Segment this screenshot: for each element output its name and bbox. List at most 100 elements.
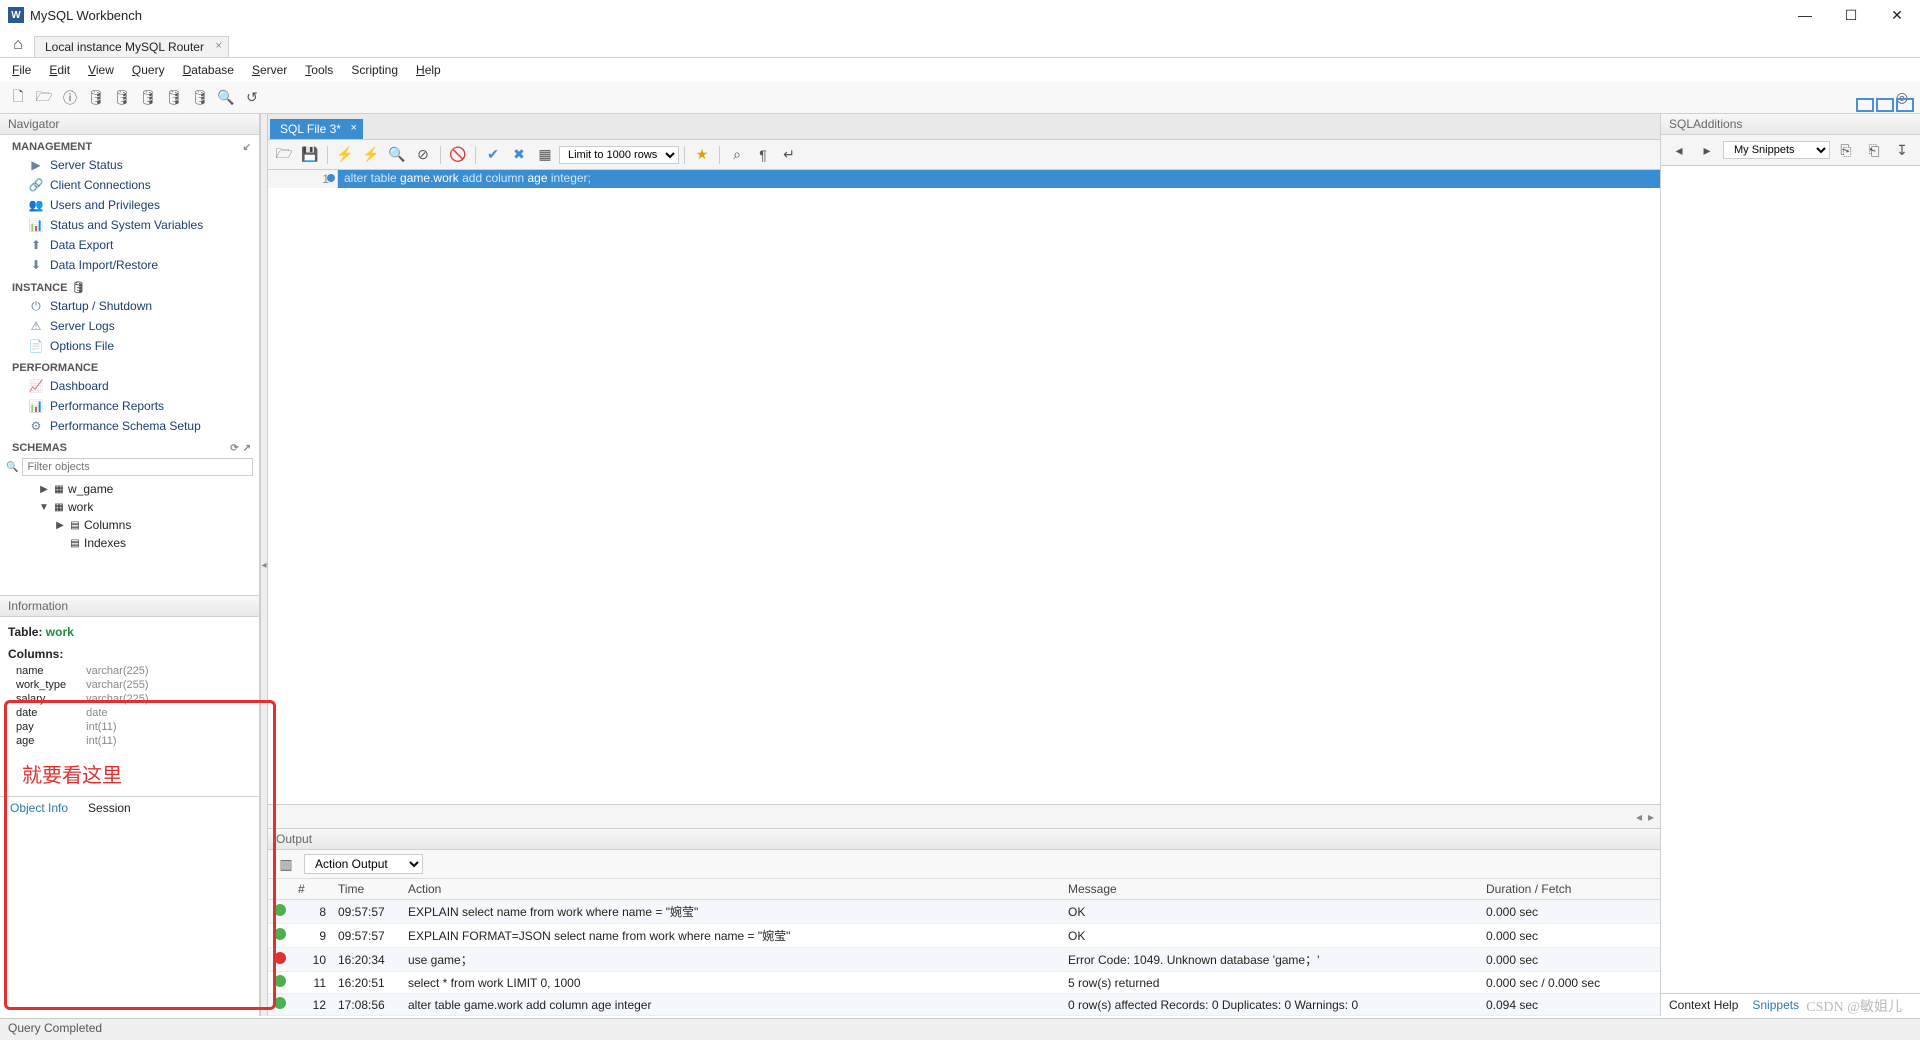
code-line[interactable]: alter table game.work add column age int…	[338, 170, 1660, 188]
tree-arrow-icon[interactable]: ▶	[54, 520, 66, 531]
open-file-icon[interactable]: 🗁	[272, 143, 296, 167]
new-sql-tab-icon[interactable]: 🗋	[6, 86, 30, 110]
nav-item[interactable]: ⬆Data Export	[0, 235, 259, 255]
next-page-icon[interactable]: ▸	[1648, 810, 1654, 824]
breakpoint-icon[interactable]	[327, 174, 335, 182]
filter-objects-input[interactable]	[22, 458, 253, 476]
db-table-icon[interactable]: 🛢	[110, 86, 134, 110]
snip-add-icon[interactable]: ⎘	[1834, 138, 1858, 162]
db-new-icon[interactable]: 🛢	[84, 86, 108, 110]
find-icon[interactable]: ⌕	[725, 143, 749, 167]
context-help-tab[interactable]: Context Help	[1669, 998, 1738, 1012]
inspector-icon[interactable]: ⓘ	[58, 86, 82, 110]
tree-arrow-icon[interactable]: ▶	[38, 484, 50, 495]
toggle-autocommit-icon[interactable]: 🚫	[446, 143, 470, 167]
output-row[interactable]: 909:57:57EXPLAIN FORMAT=JSON select name…	[268, 924, 1660, 948]
tree-arrow-icon[interactable]: ▼	[38, 502, 50, 513]
output-row[interactable]: 809:57:57EXPLAIN select name from work w…	[268, 900, 1660, 924]
stop-icon[interactable]: ⊘	[411, 143, 435, 167]
output-type-select[interactable]: Action Output	[304, 854, 423, 874]
object-info-tab[interactable]: Object Info	[0, 797, 78, 819]
tree-node-icon: ▤	[68, 518, 82, 532]
collapse-left-handle[interactable]: ◂	[260, 114, 268, 1016]
invisible-chars-icon[interactable]: ¶	[751, 143, 775, 167]
session-tab[interactable]: Session	[78, 797, 141, 819]
close-button[interactable]: ✕	[1874, 0, 1920, 30]
snip-insert-icon[interactable]: ↧	[1890, 138, 1914, 162]
tree-row[interactable]: ▶▤Columns	[0, 516, 259, 534]
menu-server[interactable]: Server	[246, 61, 293, 79]
toggle-bottom-panel-icon[interactable]	[1876, 98, 1894, 112]
nav-item[interactable]: ▶Server Status	[0, 155, 259, 175]
nav-item[interactable]: 👥Users and Privileges	[0, 195, 259, 215]
snip-replace-icon[interactable]: ⎗	[1862, 138, 1886, 162]
home-tab-icon[interactable]: ⌂	[4, 33, 32, 57]
editor-pager: ◂ ▸	[268, 804, 1660, 828]
nav-item[interactable]: ⚙Performance Schema Setup	[0, 416, 259, 436]
db-revert-icon[interactable]: ↺	[240, 86, 264, 110]
menu-view[interactable]: View	[82, 61, 120, 79]
nav-back-icon[interactable]: ◂	[1667, 138, 1691, 162]
menu-edit[interactable]: Edit	[43, 61, 76, 79]
menu-scripting[interactable]: Scripting	[345, 61, 404, 79]
nav-item[interactable]: 📈Dashboard	[0, 376, 259, 396]
sql-file-tab[interactable]: SQL File 3* ×	[270, 119, 363, 139]
nav-icon: 📄	[28, 338, 44, 354]
db-proc-icon[interactable]: 🛢	[162, 86, 186, 110]
db-view-icon[interactable]: 🛢	[136, 86, 160, 110]
table-label: Table:	[8, 625, 42, 639]
nav-item[interactable]: 📊Status and System Variables	[0, 215, 259, 235]
output-layout-icon[interactable]: ▥	[274, 852, 298, 876]
rollback-icon[interactable]: ✖	[507, 143, 531, 167]
db-func-icon[interactable]: 🛢	[188, 86, 212, 110]
explain-icon[interactable]: 🔍	[385, 143, 409, 167]
nav-fwd-icon[interactable]: ▸	[1695, 138, 1719, 162]
sql-editor[interactable]: 1 alter table game.work add column age i…	[268, 170, 1660, 188]
tree-row[interactable]: ▶▦w_game	[0, 480, 259, 498]
prev-page-icon[interactable]: ◂	[1636, 810, 1642, 824]
col-n: #	[292, 879, 332, 900]
wrap-icon[interactable]: ↵	[777, 143, 801, 167]
output-row[interactable]: 1217:08:56alter table game.work add colu…	[268, 994, 1660, 1016]
tree-row[interactable]: ▤Indexes	[0, 534, 259, 552]
collapse-icon[interactable]: ↙	[243, 142, 251, 153]
commit-icon[interactable]: ✔	[481, 143, 505, 167]
toggle-left-panel-icon[interactable]	[1856, 98, 1874, 112]
schema-tree[interactable]: ▶▦w_game▼▦work▶▤Columns▤Indexes	[0, 478, 259, 554]
menu-file[interactable]: File	[6, 61, 37, 79]
close-sql-tab-icon[interactable]: ×	[350, 122, 356, 134]
output-row[interactable]: 1016:20:34use game；Error Code: 1049. Unk…	[268, 948, 1660, 972]
close-tab-icon[interactable]: ×	[216, 40, 222, 52]
snippets-select[interactable]: My Snippets	[1723, 141, 1830, 159]
nav-item[interactable]: ⏻Startup / Shutdown	[0, 296, 259, 316]
refresh-icon[interactable]: ⟳	[230, 443, 238, 454]
nav-item[interactable]: 🔗Client Connections	[0, 175, 259, 195]
maximize-button[interactable]: ☐	[1828, 0, 1874, 30]
nav-item[interactable]: ⬇Data Import/Restore	[0, 255, 259, 275]
snippets-area	[1661, 166, 1920, 993]
open-sql-icon[interactable]: 🗁	[32, 86, 56, 110]
menu-database[interactable]: Database	[177, 61, 240, 79]
db-search-icon[interactable]: 🔍	[214, 86, 238, 110]
minimize-button[interactable]: —	[1782, 0, 1828, 30]
menu-query[interactable]: Query	[126, 61, 171, 79]
nav-item[interactable]: 📄Options File	[0, 336, 259, 356]
tree-row[interactable]: ▼▦work	[0, 498, 259, 516]
execute-icon[interactable]: ⚡	[333, 143, 357, 167]
execute-current-icon[interactable]: ⚡	[359, 143, 383, 167]
editor-empty-area[interactable]	[268, 188, 1660, 804]
snippets-tab[interactable]: Snippets	[1752, 998, 1799, 1012]
save-file-icon[interactable]: 💾	[298, 143, 322, 167]
toggle-right-panel-icon[interactable]	[1896, 98, 1914, 112]
connection-tab[interactable]: Local instance MySQL Router ×	[34, 36, 229, 57]
nav-item[interactable]: ⚠Server Logs	[0, 316, 259, 336]
limit-rows-select[interactable]: Limit to 1000 rows	[559, 146, 679, 164]
menu-help[interactable]: Help	[410, 61, 447, 79]
expand-icon[interactable]: ↗	[243, 443, 251, 454]
nav-item[interactable]: 📊Performance Reports	[0, 396, 259, 416]
output-row[interactable]: 1116:20:51select * from work LIMIT 0, 10…	[268, 972, 1660, 994]
beautify-icon[interactable]: ★	[690, 143, 714, 167]
toggle-limit-icon[interactable]: ▦	[533, 143, 557, 167]
status-icon	[274, 975, 286, 987]
menu-tools[interactable]: Tools	[299, 61, 339, 79]
